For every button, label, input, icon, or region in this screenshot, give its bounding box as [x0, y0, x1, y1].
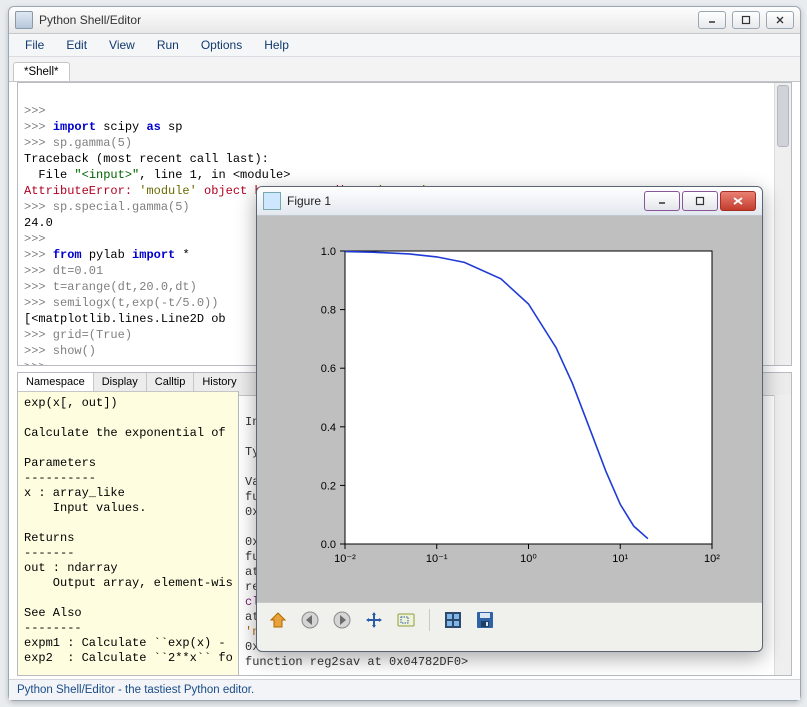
- svg-text:0.0: 0.0: [320, 539, 335, 551]
- svg-text:10⁻¹: 10⁻¹: [425, 553, 447, 565]
- pan-icon[interactable]: [361, 607, 387, 633]
- figure-close-button[interactable]: [720, 191, 756, 211]
- svg-text:0.6: 0.6: [320, 363, 335, 375]
- status-bar: Python Shell/Editor - the tastiest Pytho…: [9, 679, 800, 700]
- figure-minimize-button[interactable]: [644, 191, 680, 211]
- menu-view[interactable]: View: [99, 36, 145, 54]
- lower-tab-strip: Namespace Display Calltip History D: [18, 373, 238, 392]
- figure-toolbar: [257, 602, 762, 637]
- svg-text:10²: 10²: [704, 553, 720, 565]
- minimize-button[interactable]: [698, 11, 726, 29]
- figure-app-icon: [263, 192, 281, 210]
- back-icon[interactable]: [297, 607, 323, 633]
- subplot-icon[interactable]: [440, 607, 466, 633]
- maximize-button[interactable]: [732, 11, 760, 29]
- figure-status-bar: [257, 637, 762, 651]
- document-tab-strip: *Shell*: [9, 57, 800, 82]
- svg-text:10⁰: 10⁰: [520, 553, 537, 565]
- menu-file[interactable]: File: [15, 36, 54, 54]
- svg-text:0.8: 0.8: [320, 304, 335, 316]
- svg-text:1.0: 1.0: [320, 246, 335, 258]
- status-text: Python Shell/Editor - the tastiest Pytho…: [17, 684, 254, 696]
- document-tab-shell[interactable]: *Shell*: [13, 62, 70, 81]
- figure-window[interactable]: Figure 1 10⁻² 10⁻¹ 10⁰ 10¹ 10² 0.0 0.2 0.4 0.6 0.…: [256, 186, 763, 652]
- figure-title: Figure 1: [287, 194, 644, 208]
- menu-edit[interactable]: Edit: [56, 36, 97, 54]
- tab-calltip[interactable]: Calltip: [147, 373, 195, 391]
- plot-area: 10⁻² 10⁻¹ 10⁰ 10¹ 10² 0.0 0.2 0.4 0.6 0.8 1.0: [290, 237, 730, 582]
- console-scrollbar[interactable]: [774, 83, 791, 365]
- help-left-text[interactable]: exp(x[, out]) Calculate the exponential …: [18, 392, 238, 675]
- zoom-icon[interactable]: [393, 607, 419, 633]
- menu-options[interactable]: Options: [191, 36, 252, 54]
- svg-text:0.2: 0.2: [320, 480, 335, 492]
- help-left-pane: Namespace Display Calltip History D exp(…: [17, 372, 239, 676]
- figure-canvas[interactable]: 10⁻² 10⁻¹ 10⁰ 10¹ 10² 0.0 0.2 0.4 0.6 0.8 1.0: [257, 216, 762, 602]
- figure-maximize-button[interactable]: [682, 191, 718, 211]
- window-title: Python Shell/Editor: [39, 13, 698, 27]
- app-icon: [15, 11, 33, 29]
- menu-bar: File Edit View Run Options Help: [9, 34, 800, 57]
- title-bar[interactable]: Python Shell/Editor: [9, 7, 800, 34]
- menu-help[interactable]: Help: [254, 36, 299, 54]
- tab-history[interactable]: History: [194, 373, 245, 391]
- save-icon[interactable]: [472, 607, 498, 633]
- tab-namespace[interactable]: Namespace: [18, 373, 94, 391]
- menu-run[interactable]: Run: [147, 36, 189, 54]
- tab-display[interactable]: Display: [94, 373, 147, 391]
- help-right-scrollbar[interactable]: [774, 395, 791, 675]
- close-button[interactable]: [766, 11, 794, 29]
- home-icon[interactable]: [265, 607, 291, 633]
- svg-text:0.4: 0.4: [320, 421, 335, 433]
- toolbar-separator: [429, 609, 430, 631]
- forward-icon[interactable]: [329, 607, 355, 633]
- svg-text:10¹: 10¹: [612, 553, 628, 565]
- figure-title-bar[interactable]: Figure 1: [257, 187, 762, 216]
- svg-text:10⁻²: 10⁻²: [334, 553, 356, 565]
